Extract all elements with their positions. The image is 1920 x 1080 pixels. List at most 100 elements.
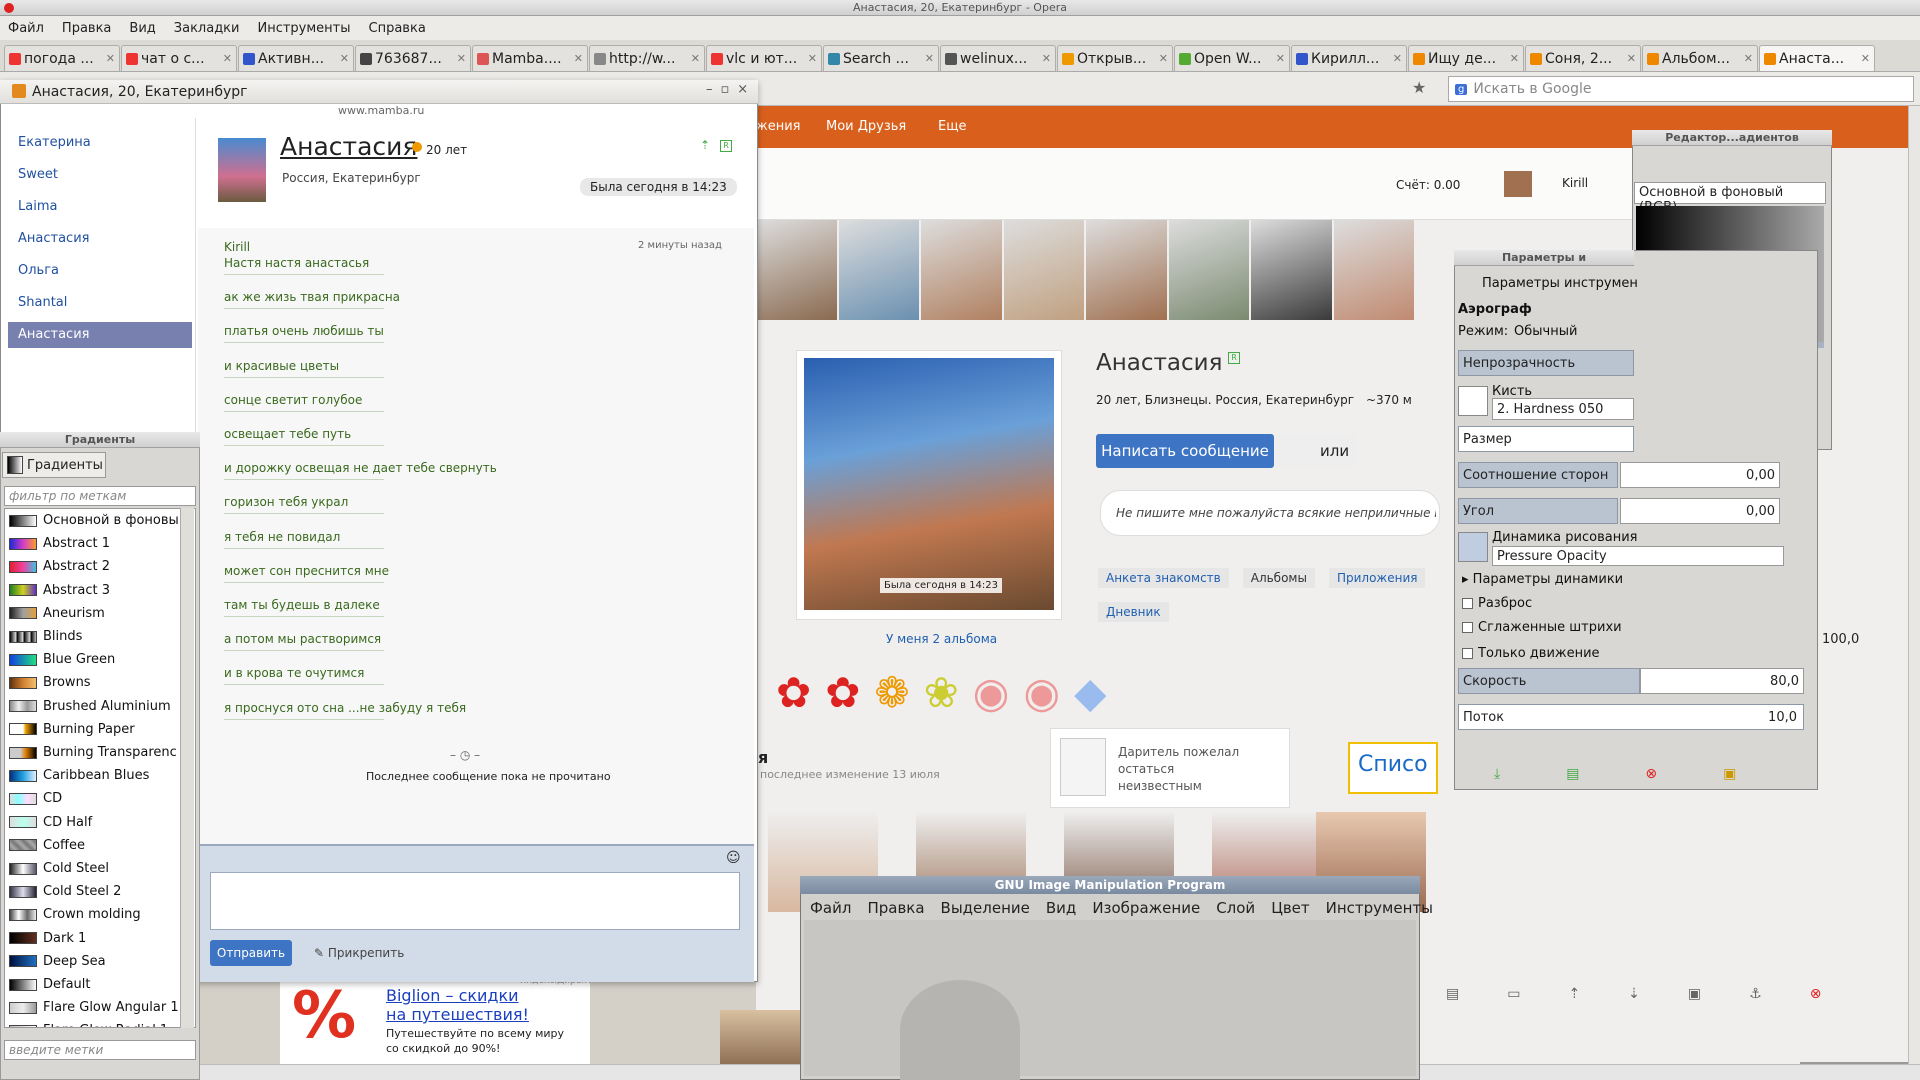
tab-close-icon[interactable]: ✕ xyxy=(1510,52,1519,65)
contact-item[interactable]: Shantal xyxy=(8,290,192,316)
write-message-button[interactable]: Написать сообщение xyxy=(1096,434,1274,468)
tab-close-icon[interactable]: ✕ xyxy=(106,52,115,65)
contact-item[interactable]: Ольга xyxy=(8,258,192,284)
menu-file[interactable]: Файл xyxy=(8,21,44,36)
gradient-item[interactable]: CD Half xyxy=(9,811,181,834)
mode-select[interactable]: Обычный xyxy=(1514,324,1577,339)
tab-7[interactable]: Search ... ✕ xyxy=(823,45,939,71)
tab-close-icon[interactable]: ✕ xyxy=(1861,52,1870,65)
menu-bookmarks[interactable]: Закладки xyxy=(174,21,240,36)
dynamics-options-expander[interactable]: ▸ Параметры динамики xyxy=(1462,572,1623,587)
chat-profile-name[interactable]: Анастасия xyxy=(280,132,417,161)
gradient-name-field[interactable]: Основной в фоновый (RGB) xyxy=(1634,182,1826,215)
tab-close-icon[interactable]: ✕ xyxy=(1744,52,1753,65)
tab-close-icon[interactable]: ✕ xyxy=(223,52,232,65)
tab-close-icon[interactable]: ✕ xyxy=(1042,52,1051,65)
photo-thumb[interactable] xyxy=(1003,220,1084,320)
gradient-item[interactable]: Dark 1 xyxy=(9,927,181,950)
albums-link[interactable]: У меня 2 альбома xyxy=(886,632,997,646)
tab-close-icon[interactable]: ✕ xyxy=(457,52,466,65)
gimp-canvas[interactable] xyxy=(804,920,1416,1076)
nav-friends[interactable]: Мои Друзья xyxy=(826,119,906,134)
gradient-list-scrollbar[interactable] xyxy=(180,508,194,1028)
tags-input[interactable]: введите метки xyxy=(4,1040,196,1060)
contact-item[interactable]: Sweet xyxy=(8,162,192,188)
contact-item[interactable]: Екатерина xyxy=(8,130,192,156)
tab-8[interactable]: welinux... ✕ xyxy=(940,45,1056,71)
tag-filter-input[interactable]: фильтр по меткам xyxy=(4,486,196,506)
gifts-row[interactable]: ✿✿❁❀◉◉◆ xyxy=(776,668,1120,717)
gradient-item[interactable]: Основной в фоновы xyxy=(9,509,181,532)
menu-tools[interactable]: Инструменты xyxy=(257,21,350,36)
tab-close-icon[interactable]: ✕ xyxy=(1393,52,1402,65)
tab-12[interactable]: Ищу де... ✕ xyxy=(1408,45,1524,71)
tab-close-icon[interactable]: ✕ xyxy=(574,52,583,65)
tab-1[interactable]: чат о с... ✕ xyxy=(121,45,237,71)
gradient-item[interactable]: Blinds xyxy=(9,625,181,648)
motion-checkbox[interactable]: Только движение xyxy=(1462,646,1600,661)
list-banner[interactable]: Списо xyxy=(1348,742,1438,794)
gradient-item[interactable]: Burning Paper xyxy=(9,718,181,741)
angle-field[interactable]: 0,00 xyxy=(1620,498,1780,524)
tab-9[interactable]: Открыв... ✕ xyxy=(1057,45,1173,71)
photo-thumb[interactable] xyxy=(838,220,919,320)
tab-close-icon[interactable]: ✕ xyxy=(1159,52,1168,65)
tab-11[interactable]: Кирилл... ✕ xyxy=(1291,45,1407,71)
tab-2[interactable]: Активн... ✕ xyxy=(238,45,354,71)
tab-13[interactable]: Соня, 2... ✕ xyxy=(1525,45,1641,71)
nav-fragment[interactable]: жения xyxy=(756,119,800,134)
gradients-tab[interactable]: Градиенты xyxy=(2,452,106,478)
gradient-item[interactable]: Deep Sea xyxy=(9,950,181,973)
menu-edit[interactable]: Правка xyxy=(62,21,111,36)
send-button[interactable]: Отправить xyxy=(210,940,292,966)
contact-item[interactable]: Анастасия xyxy=(8,226,192,252)
rate-field[interactable]: 80,0 xyxy=(1640,668,1804,694)
gradient-item[interactable]: Browns xyxy=(9,671,181,694)
gradient-item[interactable]: Abstract 2 xyxy=(9,555,181,578)
tab-close-icon[interactable]: ✕ xyxy=(925,52,934,65)
tab-close-icon[interactable]: ✕ xyxy=(808,52,817,65)
gradient-item[interactable]: Cold Steel xyxy=(9,857,181,880)
ad-title[interactable]: Biglion – скидки на путешествия! xyxy=(386,986,529,1024)
gimp-menu-edit[interactable]: Правка xyxy=(867,899,924,917)
tab-4[interactable]: Mamba.... ✕ xyxy=(472,45,588,71)
tab-5[interactable]: http://w... ✕ xyxy=(589,45,705,71)
gradient-item[interactable]: Flare Glow Radial 1 xyxy=(9,1019,181,1027)
dynamics-icon[interactable] xyxy=(1458,532,1488,562)
nav-more[interactable]: Еще xyxy=(938,119,966,134)
gradient-item[interactable]: Burning Transparenc xyxy=(9,741,181,764)
opacity-slider[interactable]: Непрозрачность xyxy=(1458,350,1634,376)
gradient-item[interactable]: Abstract 3 xyxy=(9,579,181,602)
attach-button[interactable]: ✎ Прикрепить xyxy=(314,946,404,960)
gradient-item[interactable]: Cold Steel 2 xyxy=(9,880,181,903)
gimp-menu-view[interactable]: Вид xyxy=(1046,899,1076,917)
tab-diary[interactable]: Дневник xyxy=(1098,602,1169,622)
photo-thumb[interactable] xyxy=(1251,220,1332,320)
user-name[interactable]: Kirill xyxy=(1562,176,1588,190)
tab-6[interactable]: vlc и ют... ✕ xyxy=(706,45,822,71)
tab-close-icon[interactable]: ✕ xyxy=(1276,52,1285,65)
gimp-menu-file[interactable]: Файл xyxy=(810,899,851,917)
upload-icon[interactable]: ⇡ xyxy=(700,138,710,152)
photo-thumb[interactable] xyxy=(1086,220,1167,320)
chat-avatar[interactable] xyxy=(218,138,266,202)
size-slider[interactable]: Размер xyxy=(1458,426,1634,452)
gradient-item[interactable]: Coffee xyxy=(9,834,181,857)
gradient-item[interactable]: Flare Glow Angular 1 xyxy=(9,996,181,1019)
tab-apps[interactable]: Приложения xyxy=(1328,568,1426,588)
page-scrollbar[interactable] xyxy=(1908,106,1920,1064)
user-avatar[interactable] xyxy=(1504,171,1532,197)
bookmark-star-icon[interactable]: ★ xyxy=(1412,78,1426,97)
gradient-item[interactable]: Blue Green xyxy=(9,648,181,671)
tab-14[interactable]: Альбом... ✕ xyxy=(1642,45,1758,71)
contact-item[interactable]: Анастасия xyxy=(8,322,192,348)
photo-thumb[interactable] xyxy=(1168,220,1249,320)
dynamics-field[interactable]: Pressure Opacity xyxy=(1492,546,1784,566)
gimp-menu-color[interactable]: Цвет xyxy=(1271,899,1309,917)
gradient-item[interactable]: Crown molding xyxy=(9,903,181,926)
gradient-item[interactable]: Brushed Aluminium xyxy=(9,695,181,718)
tab-close-icon[interactable]: ✕ xyxy=(340,52,349,65)
tab-close-icon[interactable]: ✕ xyxy=(1627,52,1636,65)
brush-field[interactable]: 2. Hardness 050 xyxy=(1492,398,1634,420)
gradient-item[interactable]: CD xyxy=(9,787,181,810)
